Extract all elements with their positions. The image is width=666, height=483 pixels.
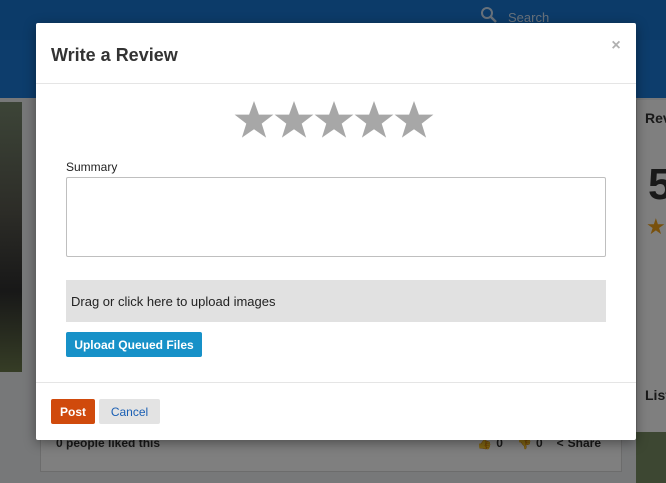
post-button[interactable]: Post <box>51 399 95 424</box>
rating-star-2-icon[interactable] <box>274 99 314 141</box>
cancel-button[interactable]: Cancel <box>99 399 160 424</box>
summary-label: Summary <box>66 160 118 174</box>
summary-field[interactable] <box>66 177 606 257</box>
modal-footer: Post Cancel <box>36 382 636 441</box>
image-dropzone[interactable]: Drag or click here to upload images <box>66 280 606 322</box>
write-review-modal: Write a Review × Summary Drag or click h… <box>36 23 636 440</box>
rating-star-1-icon[interactable] <box>234 99 274 141</box>
dropzone-text: Drag or click here to upload images <box>71 294 276 309</box>
close-icon[interactable]: × <box>608 37 624 55</box>
modal-title: Write a Review <box>51 45 178 65</box>
rating-star-5-icon[interactable] <box>394 99 434 141</box>
rating-star-4-icon[interactable] <box>354 99 394 141</box>
upload-queued-files-button[interactable]: Upload Queued Files <box>66 332 202 357</box>
rating-star-3-icon[interactable] <box>314 99 354 141</box>
modal-header: Write a Review × <box>36 23 636 84</box>
star-rating <box>234 99 434 141</box>
